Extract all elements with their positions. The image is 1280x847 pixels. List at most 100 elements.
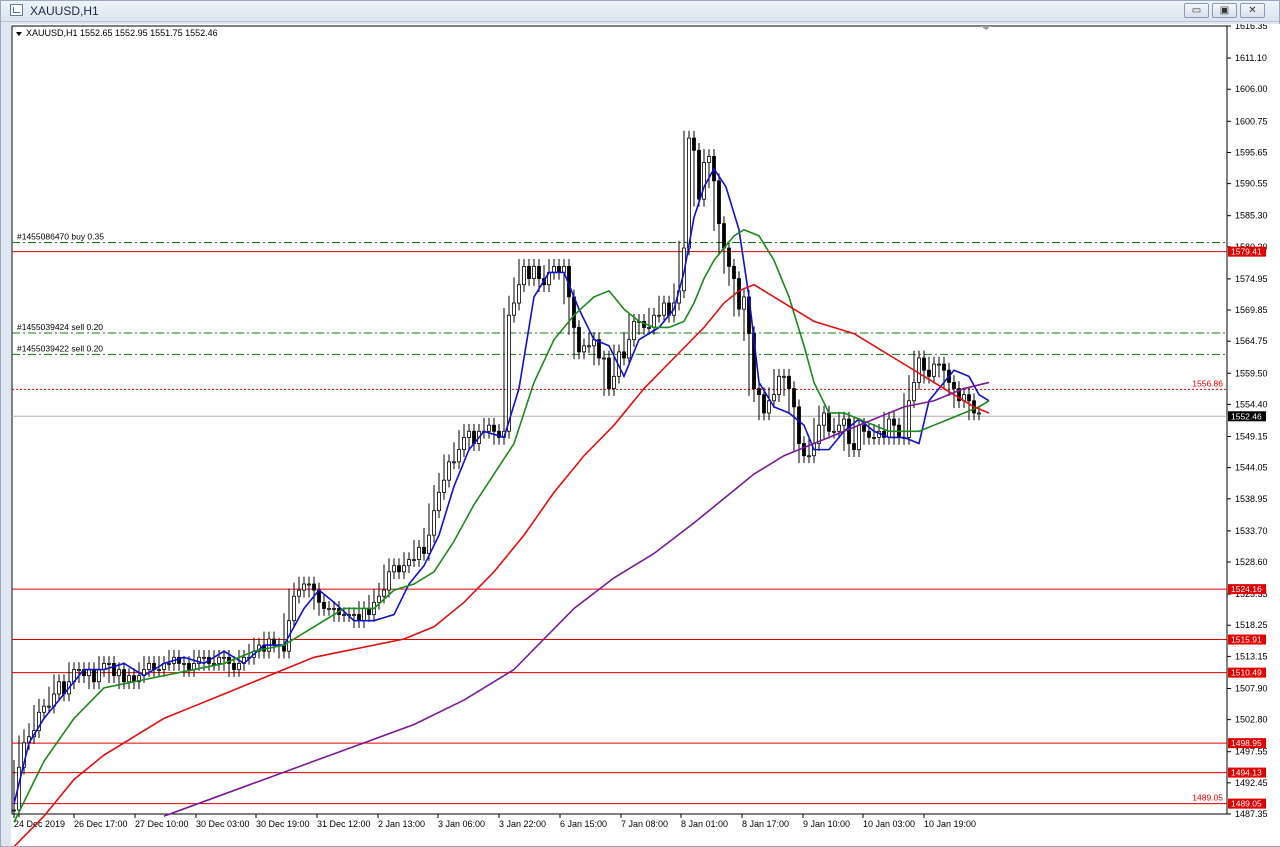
candle-body — [622, 351, 626, 359]
candle-body — [212, 663, 216, 665]
x-tick-label: 30 Dec 19:00 — [256, 819, 310, 829]
candle-body — [577, 327, 581, 353]
y-tick-label: 1559.50 — [1235, 368, 1268, 378]
restore-button[interactable]: ▣ — [1212, 3, 1237, 18]
price-chart[interactable]: 1616.35 1611.10 1606.00 1600.75 1595.65 1590.… — [11, 24, 1280, 846]
candle-body — [742, 296, 746, 310]
candle-body — [872, 437, 876, 439]
y-tick-label: 1518.25 — [1235, 620, 1268, 630]
candle-body — [417, 546, 421, 560]
x-tick-label: 30 Dec 03:00 — [196, 819, 250, 829]
candle-body — [522, 265, 526, 286]
candle-body — [327, 608, 331, 610]
candle-body — [402, 565, 406, 573]
order-line-label: #1455086470 buy 0.35 — [17, 232, 104, 242]
x-tick-label: 9 Jan 10:00 — [803, 819, 850, 829]
candle-body — [692, 137, 696, 151]
y-tick-label: 1564.75 — [1235, 336, 1268, 346]
level-label-inline: 1556.86 — [1192, 378, 1223, 388]
candle-body — [787, 375, 791, 389]
candle-body — [602, 357, 606, 360]
candle-body — [722, 223, 726, 249]
candle-body — [382, 589, 386, 597]
candle-body — [647, 327, 651, 329]
candle-body — [767, 400, 771, 414]
candle-body — [552, 265, 556, 273]
candle-body — [182, 663, 186, 665]
candle-body — [822, 412, 826, 426]
candle-body — [397, 565, 401, 573]
candle-body — [157, 669, 161, 671]
candle-body — [832, 430, 836, 433]
candle-body — [772, 394, 776, 402]
y-tick-label: 1611.10 — [1235, 53, 1267, 63]
candle-body — [977, 412, 981, 415]
candle-body — [737, 278, 741, 310]
x-tick-label: 26 Dec 17:00 — [74, 819, 128, 829]
candle-body — [47, 705, 51, 708]
candle-body — [862, 424, 866, 432]
x-tick-label: 8 Jan 01:00 — [681, 819, 728, 829]
x-tick-label: 2 Jan 13:00 — [378, 819, 425, 829]
candle-body — [362, 608, 366, 622]
candle-body — [687, 137, 691, 249]
candle-body — [12, 809, 16, 812]
candle-body — [847, 418, 851, 444]
candle-body — [512, 302, 516, 316]
y-tick-label: 1487.35 — [1235, 809, 1268, 819]
y-tick-label: 1549.15 — [1235, 431, 1268, 441]
level-label-inline: 1489.05 — [1192, 793, 1223, 803]
close-button[interactable]: ✕ — [1240, 3, 1265, 18]
candle-body — [657, 314, 661, 317]
candle-body — [367, 608, 371, 615]
candle-body — [77, 669, 81, 671]
candle-body — [717, 180, 721, 225]
candle-body — [427, 534, 431, 554]
candle-body — [412, 559, 416, 561]
y-tick-label: 1533.70 — [1235, 526, 1268, 536]
candle-body — [507, 314, 511, 432]
candle-body — [927, 369, 931, 377]
minimize-button[interactable]: ▭ — [1184, 3, 1209, 18]
x-tick-label: 7 Jan 08:00 — [621, 819, 668, 829]
y-tick-label: 1497.55 — [1235, 747, 1268, 757]
candle-body — [377, 595, 381, 603]
candle-body — [422, 546, 426, 554]
candle-body — [662, 302, 666, 316]
candle-body — [782, 375, 786, 378]
chart-window: XAUUSD,H1 ▭ ▣ ✕ 1616.35 1611.10 1606.00 160… — [0, 0, 1280, 847]
y-tick-label: 1595.65 — [1235, 147, 1268, 157]
candle-body — [937, 363, 941, 366]
y-tick-label: 1585.30 — [1235, 211, 1268, 221]
candle-body — [117, 669, 121, 677]
candle-body — [302, 583, 306, 591]
candle-body — [887, 418, 891, 438]
candle-body — [167, 663, 171, 665]
order-line-label: #1455039422 sell 0.20 — [17, 343, 103, 353]
x-tick-label: 27 Dec 10:00 — [135, 819, 189, 829]
candle-body — [352, 614, 356, 616]
candle-body — [732, 265, 736, 279]
candle-body — [532, 265, 536, 279]
chart-window-icon — [10, 4, 23, 16]
chart-info-line: XAUUSD,H1 1552.65 1552.95 1551.75 1552.4… — [26, 28, 218, 38]
candle-body — [187, 663, 191, 670]
chart-area[interactable]: 1616.35 1611.10 1606.00 1600.75 1595.65 1590.… — [11, 24, 1280, 846]
candle-body — [942, 363, 946, 371]
candle-body — [917, 357, 921, 383]
x-tick-label: 8 Jan 17:00 — [742, 819, 789, 829]
candle-body — [792, 388, 796, 408]
candle-body — [607, 357, 611, 389]
candle-body — [87, 669, 91, 677]
candle-body — [127, 675, 131, 683]
x-tick-label: 10 Jan 03:00 — [863, 819, 915, 829]
level-price-label: 1494.13 — [1231, 768, 1262, 778]
candle-body — [697, 149, 701, 200]
candle-body — [237, 663, 241, 670]
candle-body — [517, 284, 521, 304]
candle-body — [802, 443, 806, 457]
candle-body — [582, 345, 586, 353]
y-tick-label: 1569.85 — [1235, 305, 1268, 315]
candle-body — [462, 437, 466, 451]
candle-body — [562, 265, 566, 273]
